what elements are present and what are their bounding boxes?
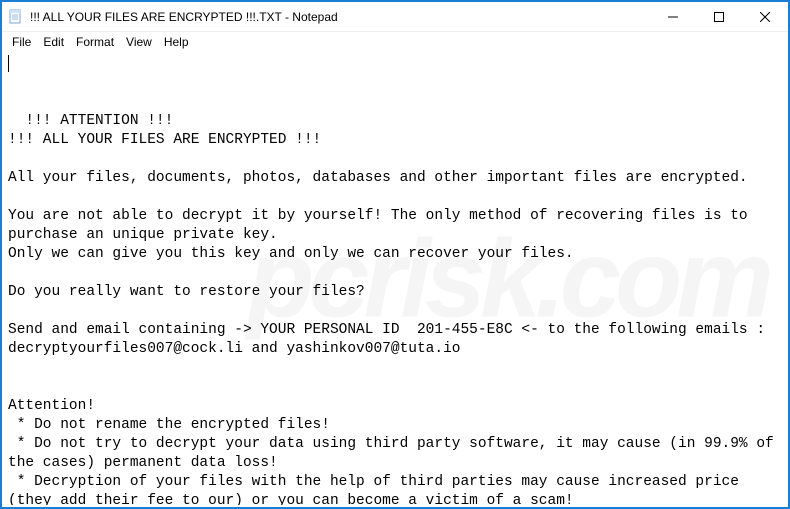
note-line: Send and email containing -> YOUR PERSON… — [8, 322, 774, 357]
note-line: !!! ATTENTION !!! — [25, 113, 173, 129]
menu-format[interactable]: Format — [70, 34, 120, 50]
menu-view[interactable]: View — [120, 34, 158, 50]
note-line: * Do not try to decrypt your data using … — [8, 436, 782, 471]
menu-file[interactable]: File — [6, 34, 37, 50]
window-controls — [650, 2, 788, 31]
menu-edit[interactable]: Edit — [37, 34, 70, 50]
notepad-icon — [8, 9, 24, 25]
close-button[interactable] — [742, 2, 788, 31]
titlebar[interactable]: !!! ALL YOUR FILES ARE ENCRYPTED !!!.TXT… — [2, 2, 788, 32]
note-line: Only we can give you this key and only w… — [8, 246, 574, 262]
note-line: * Decryption of your files with the help… — [8, 474, 748, 505]
window-title: !!! ALL YOUR FILES ARE ENCRYPTED !!!.TXT… — [30, 10, 650, 24]
text-area[interactable]: pcrisk.com !!! ATTENTION !!! !!! ALL YOU… — [2, 52, 788, 505]
text-caret — [8, 55, 9, 72]
menubar: File Edit Format View Help — [2, 32, 788, 52]
note-line: All your files, documents, photos, datab… — [8, 170, 748, 186]
minimize-button[interactable] — [650, 2, 696, 31]
note-line: * Do not rename the encrypted files! — [8, 417, 330, 433]
menu-help[interactable]: Help — [158, 34, 195, 50]
maximize-button[interactable] — [696, 2, 742, 31]
note-line: Do you really want to restore your files… — [8, 284, 365, 300]
note-line: Attention! — [8, 398, 95, 414]
note-line: !!! ALL YOUR FILES ARE ENCRYPTED !!! — [8, 132, 321, 148]
note-line: You are not able to decrypt it by yourse… — [8, 208, 756, 243]
